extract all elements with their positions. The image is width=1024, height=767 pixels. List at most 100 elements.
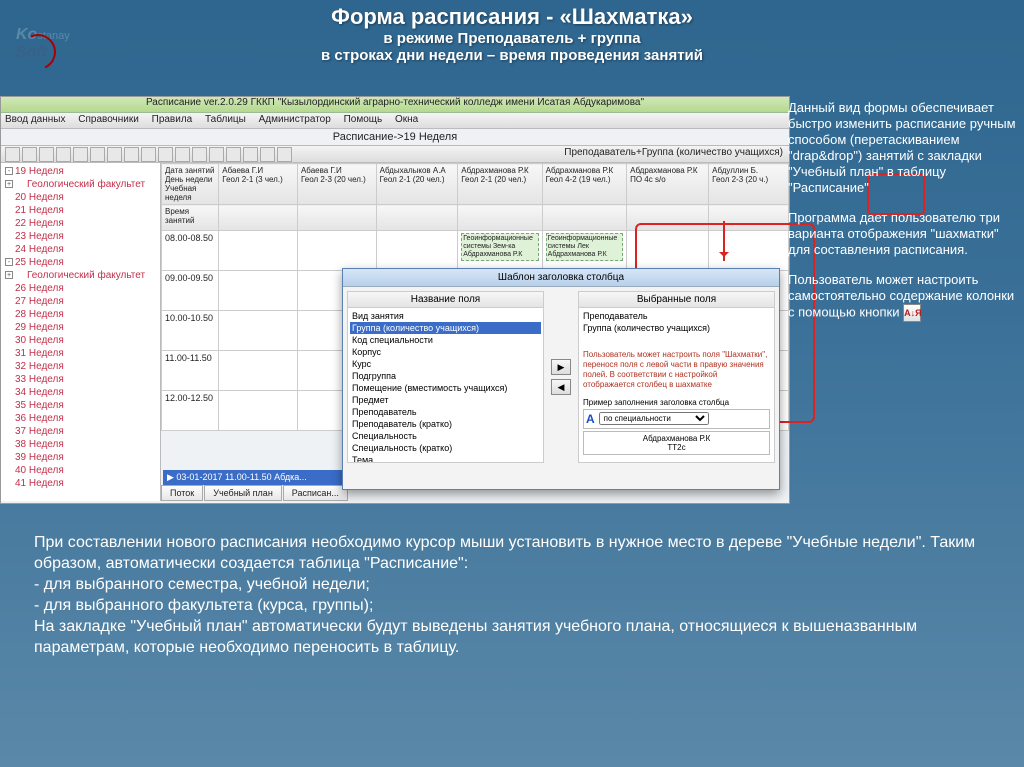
tree-item[interactable]: 32 Неделя bbox=[3, 360, 158, 373]
field-item[interactable]: Группа (количество учащихся) bbox=[350, 322, 541, 334]
field-item[interactable]: Корпус bbox=[350, 346, 541, 358]
tree-item[interactable]: 33 Неделя bbox=[3, 373, 158, 386]
tab-schedule[interactable]: Расписан... bbox=[283, 485, 348, 501]
menu-item[interactable]: Помощь bbox=[344, 114, 383, 125]
schedule-cell[interactable] bbox=[219, 351, 298, 391]
tree-item[interactable]: 20 Неделя bbox=[3, 191, 158, 204]
field-item[interactable]: Вид занятия bbox=[350, 310, 541, 322]
week-tree[interactable]: -19 Неделя+Геологический факультет20 Нед… bbox=[1, 163, 161, 501]
tree-item[interactable]: 28 Неделя bbox=[3, 308, 158, 321]
selected-slot-row[interactable]: ▶ 03-01-2017 11.00-11.50 Абдка... bbox=[163, 470, 363, 485]
tree-item[interactable]: 35 Неделя bbox=[3, 399, 158, 412]
field-item[interactable]: Предмет bbox=[350, 394, 541, 406]
toolbar-button[interactable] bbox=[141, 147, 156, 162]
move-left-button[interactable]: ◀ bbox=[551, 379, 571, 395]
teacher-column-header[interactable]: Абаева Г.И Геол 2-1 (3 чел.) bbox=[219, 164, 298, 205]
toolbar-button[interactable] bbox=[226, 147, 241, 162]
menu-item[interactable]: Администратор bbox=[259, 114, 331, 125]
toolbar-button[interactable] bbox=[158, 147, 173, 162]
toolbar-button[interactable] bbox=[39, 147, 54, 162]
menu-item[interactable]: Таблицы bbox=[205, 114, 246, 125]
tree-item[interactable]: 36 Неделя bbox=[3, 412, 158, 425]
tree-item[interactable]: 31 Неделя bbox=[3, 347, 158, 360]
schedule-cell[interactable] bbox=[297, 231, 376, 271]
sort-button-icon[interactable]: А↓Я bbox=[903, 304, 921, 322]
menu-item[interactable]: Окна bbox=[395, 114, 418, 125]
teacher-column-header[interactable]: Абдыхалыков А.А Геол 2-1 (20 чел.) bbox=[376, 164, 458, 205]
toolbar-button[interactable] bbox=[73, 147, 88, 162]
tree-item[interactable]: 26 Неделя bbox=[3, 282, 158, 295]
tree-item[interactable]: 23 Неделя bbox=[3, 230, 158, 243]
toolbar-button[interactable] bbox=[107, 147, 122, 162]
schedule-cell[interactable]: Геоинформационные системы Лек Абдрахмано… bbox=[542, 231, 626, 271]
field-item[interactable]: Специальность (кратко) bbox=[350, 442, 541, 454]
tree-item[interactable]: +Геологический факультет bbox=[3, 269, 158, 282]
tree-item[interactable]: 39 Неделя bbox=[3, 451, 158, 464]
selected-field-item[interactable]: Группа (количество учащихся) bbox=[581, 322, 772, 334]
schedule-cell[interactable] bbox=[219, 391, 298, 431]
slide-heading: Форма расписания - «Шахматка» в режиме П… bbox=[0, 0, 1024, 64]
toolbar-button[interactable] bbox=[5, 147, 20, 162]
menu-item[interactable]: Справочники bbox=[78, 114, 139, 125]
tree-item[interactable]: 29 Неделя bbox=[3, 321, 158, 334]
tab-curriculum[interactable]: Учебный план bbox=[204, 485, 282, 501]
tree-item[interactable]: 30 Неделя bbox=[3, 334, 158, 347]
tree-item[interactable]: 24 Неделя bbox=[3, 243, 158, 256]
bold-icon[interactable]: A bbox=[586, 412, 595, 426]
toolbar-button[interactable] bbox=[209, 147, 224, 162]
toolbar-button[interactable] bbox=[243, 147, 258, 162]
tree-item[interactable]: 34 Неделя bbox=[3, 386, 158, 399]
teacher-column-header[interactable]: Абаева Г.И Геол 2-3 (20 чел.) bbox=[297, 164, 376, 205]
menu-item[interactable]: Правила bbox=[152, 114, 193, 125]
selected-fields-list[interactable]: ПреподавательГруппа (количество учащихся… bbox=[579, 308, 774, 344]
selected-field-item[interactable]: Преподаватель bbox=[581, 310, 772, 322]
tree-item[interactable]: 37 Неделя bbox=[3, 425, 158, 438]
teacher-column-header[interactable]: Абдрахманова Р.К Геол 2-1 (20 чел.) bbox=[458, 164, 542, 205]
field-item[interactable]: Код специальности bbox=[350, 334, 541, 346]
field-item[interactable]: Преподаватель (кратко) bbox=[350, 418, 541, 430]
schedule-cell[interactable] bbox=[376, 231, 458, 271]
teacher-column-header[interactable]: Абдрахманова Р.К Геол 4-2 (19 чел.) bbox=[542, 164, 626, 205]
tree-item[interactable]: 41 Неделя bbox=[3, 477, 158, 490]
toolbar-button[interactable] bbox=[277, 147, 292, 162]
example-select[interactable]: по специальности bbox=[599, 412, 709, 425]
toolbar-button[interactable] bbox=[90, 147, 105, 162]
tree-item[interactable]: 22 Неделя bbox=[3, 217, 158, 230]
schedule-cell[interactable] bbox=[219, 231, 298, 271]
toolbar-button[interactable] bbox=[56, 147, 71, 162]
toolbar-button[interactable] bbox=[22, 147, 37, 162]
field-item[interactable]: Тема bbox=[350, 454, 541, 462]
move-right-button[interactable]: ▶ bbox=[551, 359, 571, 375]
tree-item[interactable]: 38 Неделя bbox=[3, 438, 158, 451]
teacher-column-header[interactable]: Абдрахманова Р.К ПО 4с s/o bbox=[627, 164, 709, 205]
heading-sub1: в режиме Преподаватель + группа bbox=[0, 30, 1024, 47]
tree-item[interactable]: -19 Неделя bbox=[3, 165, 158, 178]
tab-flow[interactable]: Поток bbox=[161, 485, 203, 501]
field-item[interactable]: Специальность bbox=[350, 430, 541, 442]
side-p1: Данный вид формы обеспечивает быстро изм… bbox=[788, 100, 1016, 196]
field-item[interactable]: Преподаватель bbox=[350, 406, 541, 418]
schedule-cell[interactable]: Геоинформационные системы Зем-ка Абдрахм… bbox=[458, 231, 542, 271]
side-p3: Пользователь может настроить самостоятел… bbox=[788, 272, 1016, 322]
tree-item[interactable]: 27 Неделя bbox=[3, 295, 158, 308]
toolbar-button[interactable] bbox=[260, 147, 275, 162]
schedule-cell[interactable] bbox=[627, 231, 709, 271]
field-item[interactable]: Подгруппа bbox=[350, 370, 541, 382]
toolbar-button[interactable] bbox=[192, 147, 207, 162]
teacher-column-header[interactable]: Абдуллин Б. Геол 2-3 (20 ч.) bbox=[709, 164, 789, 205]
field-item[interactable]: Курс bbox=[350, 358, 541, 370]
tree-item[interactable]: -25 Неделя bbox=[3, 256, 158, 269]
tree-item[interactable]: +Геологический факультет bbox=[3, 178, 158, 191]
field-item[interactable]: Помещение (вместимость учащихся) bbox=[350, 382, 541, 394]
menu-item[interactable]: Ввод данных bbox=[5, 114, 65, 125]
toolbar-button[interactable] bbox=[124, 147, 139, 162]
schedule-cell[interactable] bbox=[709, 231, 789, 271]
tree-item[interactable]: 40 Неделя bbox=[3, 464, 158, 477]
schedule-cell[interactable] bbox=[219, 311, 298, 351]
available-fields-list[interactable]: Вид занятияГруппа (количество учащихся)К… bbox=[348, 308, 543, 462]
toolbar-button[interactable] bbox=[175, 147, 190, 162]
tree-item[interactable]: 21 Неделя bbox=[3, 204, 158, 217]
time-cell: 12.00-12.50 bbox=[162, 391, 219, 431]
schedule-cell[interactable] bbox=[219, 271, 298, 311]
menu-bar[interactable]: Ввод данных Справочники Правила Таблицы … bbox=[1, 113, 789, 129]
